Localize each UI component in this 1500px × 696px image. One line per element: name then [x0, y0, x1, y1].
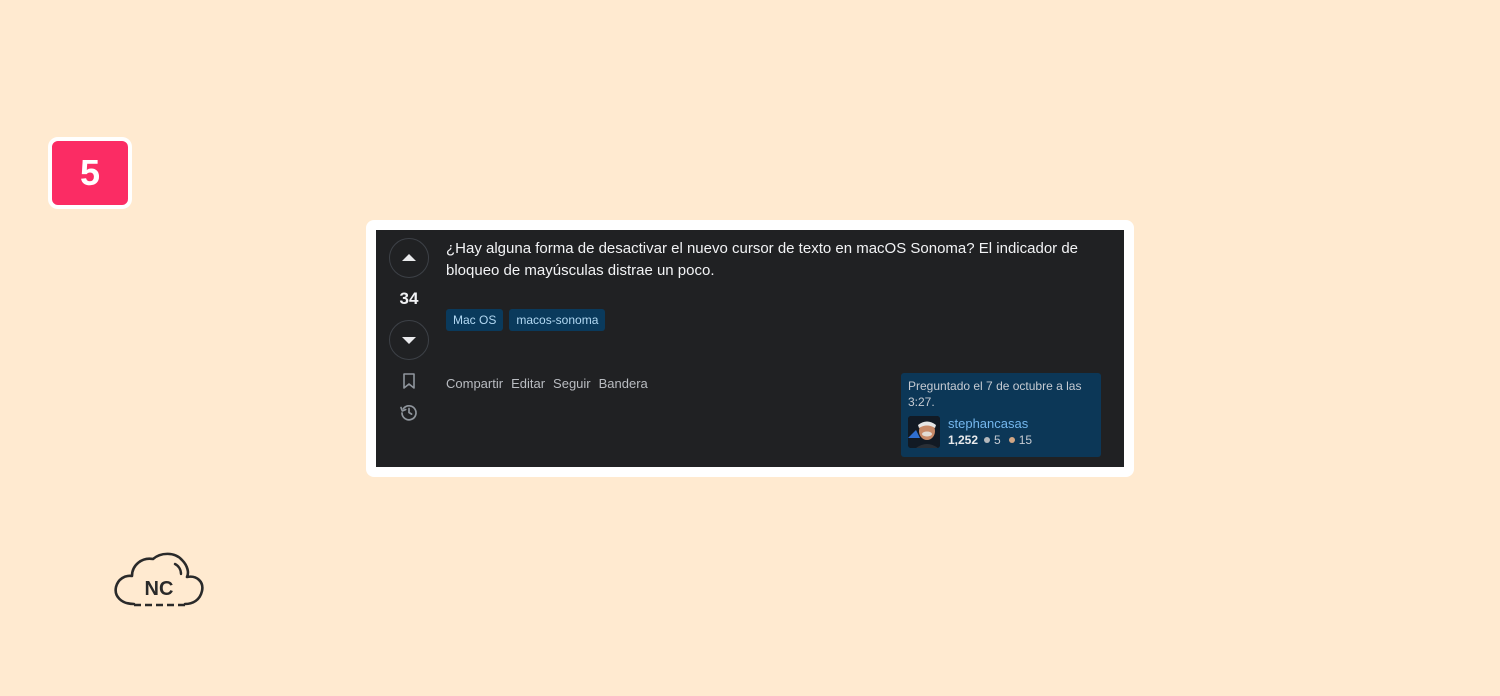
vote-column: 34	[389, 238, 431, 422]
upvote-button[interactable]	[389, 238, 429, 278]
silver-badge-count: 5	[994, 433, 1001, 447]
reputation-line: 1,252 5 15	[948, 432, 1032, 448]
share-link[interactable]: Compartir	[446, 376, 503, 391]
bronze-badge-icon	[1008, 437, 1015, 443]
bronze-badge-count: 15	[1018, 433, 1033, 447]
screenshot-frame: 34 ¿Hay alguna forma de desactivar el nu…	[366, 220, 1134, 477]
post-actions: Compartir Editar Seguir Bandera	[446, 376, 648, 391]
avatar[interactable]	[908, 416, 940, 448]
flag-link[interactable]: Bandera	[599, 376, 648, 391]
step-number: 5	[79, 152, 101, 193]
question-card: 34 ¿Hay alguna forma de desactivar el nu…	[376, 230, 1124, 467]
bookmark-button[interactable]	[389, 372, 429, 392]
history-button[interactable]	[389, 402, 429, 422]
step-number-badge: 5	[48, 137, 132, 209]
vote-count: 34	[399, 289, 419, 308]
tag-macos-sonoma[interactable]: macos-sonoma	[509, 309, 606, 331]
username-link[interactable]: stephancasas	[948, 416, 1032, 432]
arrow-down-icon	[402, 337, 416, 344]
bookmark-icon	[403, 373, 415, 389]
edit-link[interactable]: Editar	[511, 376, 545, 391]
question-text: ¿Hay alguna forma de desactivar el nuevo…	[446, 240, 1079, 279]
owner-card: Preguntado el 7 de octubre a las 3:27. s…	[901, 373, 1101, 457]
reputation-score: 1,252	[948, 433, 979, 447]
downvote-button[interactable]	[389, 320, 429, 360]
arrow-up-icon	[402, 254, 416, 261]
follow-link[interactable]: Seguir	[553, 376, 591, 391]
tag-mac-os[interactable]: Mac OS	[446, 309, 504, 331]
tag-list: Mac OS macos-sonoma	[446, 309, 606, 331]
owner-user: stephancasas 1,252 5 15	[908, 416, 1094, 448]
nc-cloud-logo: NC	[112, 550, 206, 610]
logo-text: NC	[145, 578, 174, 600]
asked-timestamp: Preguntado el 7 de octubre a las 3:27.	[908, 379, 1082, 409]
history-icon	[400, 404, 417, 421]
silver-badge-icon	[984, 437, 991, 443]
